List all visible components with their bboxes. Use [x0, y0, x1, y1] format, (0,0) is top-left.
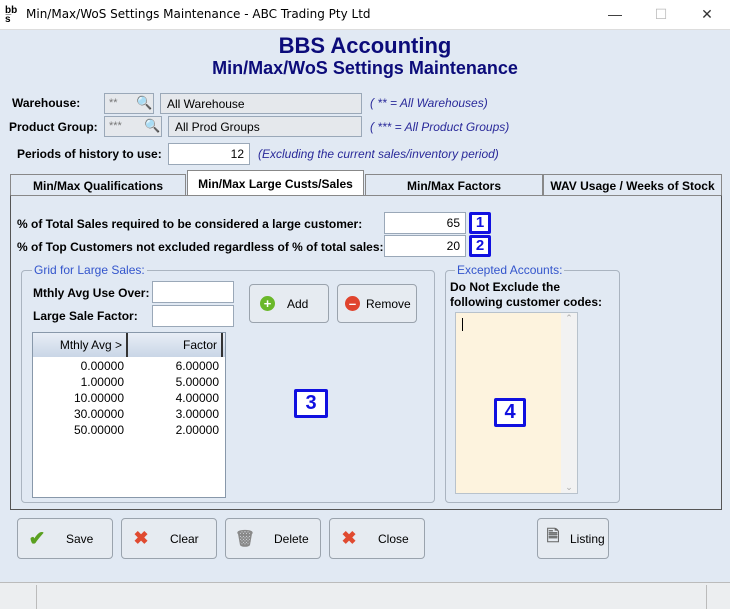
mthly-avg-label: Mthly Avg Use Over:: [33, 286, 150, 300]
badge-3: 3: [294, 389, 328, 418]
remove-label: Remove: [366, 296, 411, 311]
bbs-logo-icon: b̲b s: [5, 5, 18, 25]
cell-mthly-avg: 1.00000: [80, 375, 124, 389]
maximize-button[interactable]: ☐: [638, 0, 684, 30]
periods-input[interactable]: 12: [168, 143, 250, 165]
scroll-down-icon[interactable]: ⌄: [561, 482, 577, 493]
tab-min-max-qualifications[interactable]: Min/Max Qualifications: [10, 174, 186, 196]
warehouse-label: Warehouse:: [12, 96, 81, 110]
mthly-avg-input[interactable]: [152, 281, 234, 303]
excepted-label: Do Not Exclude the following customer co…: [450, 280, 603, 309]
grid-group-legend: Grid for Large Sales:: [32, 263, 147, 277]
table-row[interactable]: 1.00000 5.00000: [33, 375, 225, 391]
app-title: BBS Accounting: [278, 33, 452, 58]
cell-mthly-avg: 0.00000: [80, 359, 124, 373]
minimize-button[interactable]: —: [592, 0, 638, 30]
document-icon: 🗎: [546, 528, 560, 545]
clear-button[interactable]: ✖ Clear: [121, 518, 217, 559]
cell-factor: 6.00000: [175, 359, 219, 373]
status-divider: [36, 585, 37, 609]
close-window-button[interactable]: ✕: [684, 0, 730, 30]
large-sale-factor-input[interactable]: [152, 305, 234, 327]
periods-label: Periods of history to use:: [17, 147, 162, 161]
cell-factor: 5.00000: [175, 375, 219, 389]
cell-mthly-avg: 10.00000: [73, 391, 124, 405]
status-bar: [0, 582, 730, 609]
badge-1: 1: [469, 212, 491, 234]
pct-top-input[interactable]: 20: [384, 235, 466, 257]
column-header-factor[interactable]: Factor: [128, 333, 223, 357]
scrollbar[interactable]: ⌃ ⌄: [561, 313, 577, 493]
cell-mthly-avg: 50.00000: [73, 423, 124, 437]
pct-top-label: % of Top Customers not excluded regardle…: [17, 240, 384, 254]
remove-button[interactable]: – Remove: [337, 284, 417, 323]
product-group-description: All Prod Groups: [168, 116, 362, 137]
checkmark-icon: ✔: [28, 528, 46, 550]
window-title: Min/Max/WoS Settings Maintenance - ABC T…: [26, 7, 371, 21]
excepted-legend: Excepted Accounts:: [455, 263, 565, 277]
cell-factor: 4.00000: [175, 391, 219, 405]
tab-large-custs-sales[interactable]: Min/Max Large Custs/Sales: [187, 170, 364, 196]
cell-mthly-avg: 30.00000: [73, 407, 124, 421]
x-icon: ✖: [133, 528, 149, 548]
warehouse-code: **: [109, 97, 118, 109]
tab-wav-usage[interactable]: WAV Usage / Weeks of Stock: [543, 174, 722, 196]
delete-label: Delete: [274, 531, 309, 546]
trash-icon: 🗑: [234, 530, 256, 548]
search-icon[interactable]: 🔍: [144, 118, 160, 134]
cell-factor: 2.00000: [175, 423, 219, 437]
cell-factor: 3.00000: [175, 407, 219, 421]
product-group-note: ( *** = All Product Groups): [370, 120, 510, 134]
close-button[interactable]: ✖ Close: [329, 518, 425, 559]
column-header-mthly-avg[interactable]: Mthly Avg >: [33, 333, 128, 357]
plus-icon: +: [260, 296, 275, 311]
save-button[interactable]: ✔ Save: [17, 518, 113, 559]
title-bar: b̲b s Min/Max/WoS Settings Maintenance - …: [0, 0, 730, 30]
large-sales-grid[interactable]: Mthly Avg > Factor 0.00000 6.00000 1.0000…: [32, 332, 226, 498]
add-label: Add: [287, 296, 309, 311]
pct-total-label: % of Total Sales required to be consider…: [17, 217, 363, 231]
text-cursor: [462, 318, 463, 331]
badge-4: 4: [494, 398, 526, 427]
tab-min-max-factors[interactable]: Min/Max Factors: [365, 174, 543, 196]
warehouse-description: All Warehouse: [160, 93, 362, 114]
x-icon: ✖: [341, 528, 357, 548]
status-divider: [706, 585, 707, 609]
listing-button[interactable]: 🗎 Listing: [537, 518, 609, 559]
table-row[interactable]: 10.00000 4.00000: [33, 391, 225, 407]
search-icon[interactable]: 🔍: [136, 95, 152, 111]
listing-label: Listing: [570, 531, 605, 546]
minus-icon: –: [345, 296, 360, 311]
table-row[interactable]: 0.00000 6.00000: [33, 359, 225, 375]
clear-label: Clear: [170, 531, 199, 546]
scroll-up-icon[interactable]: ⌃: [561, 313, 577, 324]
badge-2: 2: [469, 235, 491, 257]
add-button[interactable]: + Add: [249, 284, 329, 323]
product-group-code: ***: [109, 120, 122, 132]
product-group-label: Product Group:: [9, 120, 98, 134]
table-row[interactable]: 30.00000 3.00000: [33, 407, 225, 423]
page-title: Min/Max/WoS Settings Maintenance: [212, 58, 518, 78]
large-sale-factor-label: Large Sale Factor:: [33, 309, 138, 323]
pct-total-input[interactable]: 65: [384, 212, 466, 234]
table-row[interactable]: 50.00000 2.00000: [33, 423, 225, 439]
delete-button[interactable]: 🗑 Delete: [225, 518, 321, 559]
save-label: Save: [66, 531, 94, 546]
warehouse-note: ( ** = All Warehouses): [370, 96, 488, 110]
periods-note: (Excluding the current sales/inventory p…: [258, 147, 499, 161]
close-label: Close: [378, 531, 409, 546]
